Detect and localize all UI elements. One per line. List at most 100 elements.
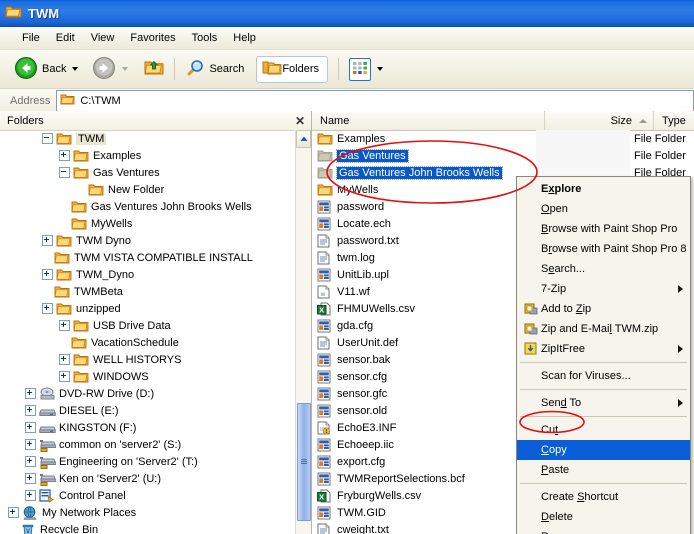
- tree-node-twm-dyno[interactable]: TWM_Dyno: [0, 266, 296, 283]
- context-menu-item-paste[interactable]: Paste: [517, 460, 690, 480]
- context-menu-item-scan-for-viruses[interactable]: Scan for Viruses...: [517, 366, 690, 386]
- file-name-cell[interactable]: X FryburgWells.csv: [312, 489, 536, 503]
- context-menu-item-cut[interactable]: Cut: [517, 420, 690, 440]
- context-menu-item-zipitfree[interactable]: ZipItFree: [517, 339, 690, 359]
- expand-plus-icon[interactable]: [25, 490, 36, 501]
- collapse-minus-icon[interactable]: [42, 133, 53, 144]
- file-name-cell[interactable]: sensor.cfg: [312, 370, 536, 384]
- tree-node-twm[interactable]: TWM: [0, 130, 296, 147]
- column-header-name[interactable]: Name: [312, 111, 545, 130]
- tree-node-examples[interactable]: Examples: [0, 147, 296, 164]
- folder-tree[interactable]: TWM Examples Gas Ventures New Folder Gas Ven…: [0, 130, 296, 534]
- tree-node-well-historys[interactable]: WELL HISTORYS: [0, 351, 296, 368]
- menu-help[interactable]: Help: [225, 30, 264, 46]
- expand-plus-icon[interactable]: [25, 422, 36, 433]
- context-menu-item-rename[interactable]: Rename: [517, 527, 690, 534]
- file-name-cell[interactable]: password: [312, 200, 536, 214]
- expand-plus-icon[interactable]: [25, 456, 36, 467]
- expand-plus-icon[interactable]: [25, 439, 36, 450]
- back-button[interactable]: Back: [10, 54, 82, 85]
- context-menu-item-explore[interactable]: Explore: [517, 179, 690, 199]
- close-icon[interactable]: ✕: [295, 115, 305, 127]
- menu-tools[interactable]: Tools: [184, 30, 226, 46]
- up-button[interactable]: [140, 57, 168, 82]
- file-name-cell[interactable]: Locate.ech: [312, 217, 536, 231]
- expand-plus-icon[interactable]: [42, 303, 53, 314]
- file-row[interactable]: Gas Ventures File Folder: [312, 147, 694, 164]
- context-menu-item-open[interactable]: Open: [517, 199, 690, 219]
- file-name-cell[interactable]: gda.cfg: [312, 319, 536, 333]
- tree-node-common-on-server2-s[interactable]: common on 'server2' (S:): [0, 436, 296, 453]
- file-name-cell[interactable]: export.cfg: [312, 455, 536, 469]
- file-name-cell[interactable]: EchoE3.INF: [312, 421, 536, 435]
- tree-node-diesel-e[interactable]: DIESEL (E:): [0, 402, 296, 419]
- file-name-cell[interactable]: twm.log: [312, 251, 536, 265]
- file-name-cell[interactable]: UnitLib.upl: [312, 268, 536, 282]
- file-name-cell[interactable]: w V11.wf: [312, 285, 536, 299]
- tree-node-twm-dyno[interactable]: TWM Dyno: [0, 232, 296, 249]
- tree-node-gas-ventures[interactable]: Gas Ventures: [0, 164, 296, 181]
- file-name-cell[interactable]: sensor.bak: [312, 353, 536, 367]
- context-menu-item-create-shortcut[interactable]: Create Shortcut: [517, 487, 690, 507]
- expand-plus-icon[interactable]: [42, 235, 53, 246]
- views-button[interactable]: [345, 56, 387, 83]
- views-dropdown-caret[interactable]: [377, 67, 384, 71]
- file-name-cell[interactable]: X FHMUWells.csv: [312, 302, 536, 316]
- tree-node-mywells[interactable]: MyWells: [0, 215, 296, 232]
- file-name-cell[interactable]: TWMReportSelections.bcf: [312, 472, 536, 486]
- column-header-size[interactable]: Size: [545, 111, 654, 130]
- file-name-cell[interactable]: password.txt: [312, 234, 536, 248]
- tree-node-my-network-places[interactable]: My Network Places: [0, 504, 296, 521]
- tree-node-usb-drive-data[interactable]: USB Drive Data: [0, 317, 296, 334]
- menu-edit[interactable]: Edit: [48, 30, 83, 46]
- tree-node-vacationschedule[interactable]: VacationSchedule: [0, 334, 296, 351]
- context-menu-item-browse-with-paint-shop-pro-8[interactable]: Browse with Paint Shop Pro 8: [517, 239, 690, 259]
- tree-node-engineering-on-server2-t[interactable]: Engineering on 'Server2' (T:): [0, 453, 296, 470]
- file-name-cell[interactable]: TWM.GID: [312, 506, 536, 520]
- tree-node-windows[interactable]: WINDOWS: [0, 368, 296, 385]
- file-name-cell[interactable]: cweight.txt: [312, 523, 536, 534]
- expand-plus-icon[interactable]: [25, 405, 36, 416]
- tree-node-new-folder[interactable]: New Folder: [0, 181, 296, 198]
- expand-plus-icon[interactable]: [59, 354, 70, 365]
- menu-view[interactable]: View: [83, 30, 123, 46]
- tree-node-unzipped[interactable]: unzipped: [0, 300, 296, 317]
- file-name-cell[interactable]: UserUnit.def: [312, 336, 536, 350]
- tree-node-recycle-bin[interactable]: Recycle Bin: [0, 521, 296, 534]
- back-dropdown-caret[interactable]: [72, 67, 79, 71]
- expand-plus-icon[interactable]: [59, 371, 70, 382]
- expand-plus-icon[interactable]: [42, 269, 53, 280]
- context-menu-item-copy[interactable]: Copy: [517, 440, 690, 460]
- scroll-up-button[interactable]: [296, 130, 311, 148]
- tree-node-kingston-f[interactable]: KINGSTON (F:): [0, 419, 296, 436]
- expand-plus-icon[interactable]: [59, 150, 70, 161]
- file-name-cell[interactable]: sensor.old: [312, 404, 536, 418]
- tree-node-twm-vista-compatible-install[interactable]: TWM VISTA COMPATIBLE INSTALL: [0, 249, 296, 266]
- file-name-cell[interactable]: MyWells: [312, 183, 536, 197]
- tree-scrollbar[interactable]: [295, 130, 311, 534]
- expand-plus-icon[interactable]: [8, 507, 19, 518]
- collapse-minus-icon[interactable]: [59, 167, 70, 178]
- tree-node-twmbeta[interactable]: TWMBeta: [0, 283, 296, 300]
- tree-node-control-panel[interactable]: Control Panel: [0, 487, 296, 504]
- context-menu-item-7-zip[interactable]: 7-Zip: [517, 279, 690, 299]
- menu-favorites[interactable]: Favorites: [122, 30, 183, 46]
- search-button[interactable]: Search: [181, 57, 248, 82]
- file-row[interactable]: Examples File Folder: [312, 130, 694, 147]
- file-name-cell[interactable]: Examples: [312, 132, 536, 146]
- context-menu-item-browse-with-paint-shop-pro[interactable]: Browse with Paint Shop Pro: [517, 219, 690, 239]
- tree-scrollbar-thumb[interactable]: [297, 403, 311, 521]
- context-menu-item-delete[interactable]: Delete: [517, 507, 690, 527]
- context-menu-item-send-to[interactable]: Send To: [517, 393, 690, 413]
- expand-plus-icon[interactable]: [25, 388, 36, 399]
- expand-plus-icon[interactable]: [59, 320, 70, 331]
- context-menu-item-zip-and-e-mail-twm-zip[interactable]: Zip and E-Mail TWM.zip: [517, 319, 690, 339]
- file-name-cell[interactable]: Echoeep.iic: [312, 438, 536, 452]
- file-name-cell[interactable]: sensor.gfc: [312, 387, 536, 401]
- file-name-cell[interactable]: Gas Ventures John Brooks Wells: [312, 165, 536, 180]
- address-input[interactable]: C:\TWM: [56, 90, 694, 112]
- tree-node-gas-ventures-john-brooks-wells[interactable]: Gas Ventures John Brooks Wells: [0, 198, 296, 215]
- column-header-type[interactable]: Type: [654, 111, 694, 130]
- tree-node-ken-on-server2-u[interactable]: Ken on 'Server2' (U:): [0, 470, 296, 487]
- file-name-cell[interactable]: Gas Ventures: [312, 148, 536, 163]
